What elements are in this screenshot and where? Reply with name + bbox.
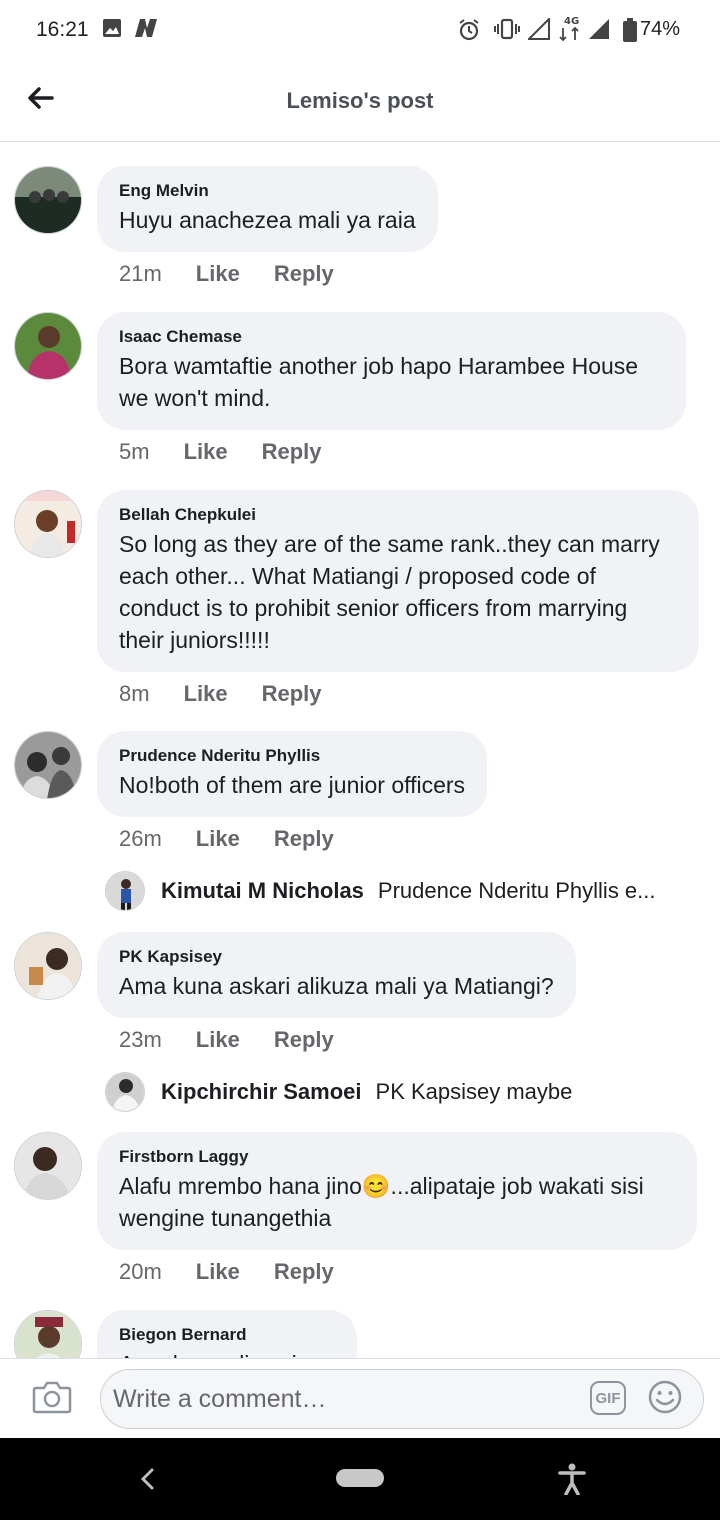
avatar[interactable] bbox=[14, 932, 82, 1000]
accessibility-icon bbox=[558, 1463, 586, 1496]
comment-actions: 5m Like Reply bbox=[119, 439, 322, 465]
comment-time: 20m bbox=[119, 1259, 162, 1284]
camera-icon bbox=[32, 1381, 72, 1414]
comment-composer: GIF bbox=[0, 1358, 720, 1438]
comment-text: Angalau waliowai... bbox=[119, 1348, 335, 1358]
alarm-icon bbox=[457, 18, 481, 47]
reply-button[interactable]: Reply bbox=[274, 826, 334, 852]
like-button[interactable]: Like bbox=[184, 681, 228, 707]
comment-author[interactable]: Prudence Nderitu Phyllis bbox=[119, 745, 465, 767]
comment-actions: 23m Like Reply bbox=[119, 1027, 334, 1053]
signal-full-icon bbox=[588, 18, 610, 45]
avatar[interactable] bbox=[14, 731, 82, 799]
avatar[interactable] bbox=[14, 1310, 82, 1358]
avatar[interactable] bbox=[105, 1072, 145, 1112]
vibrate-icon bbox=[494, 18, 520, 45]
reply-button[interactable]: Reply bbox=[274, 261, 334, 287]
comment-author[interactable]: Isaac Chemase bbox=[119, 326, 664, 348]
system-nav-bar bbox=[0, 1438, 720, 1520]
comment-text: Ama kuna askari alikuza mali ya Matiangi… bbox=[119, 973, 554, 999]
reply-author[interactable]: Kimutai M Nicholas bbox=[161, 878, 364, 904]
reply-preview[interactable]: Kipchirchir Samoei PK Kapsisey maybe bbox=[105, 1072, 705, 1112]
gif-button[interactable]: GIF bbox=[590, 1381, 626, 1415]
comment-time: 8m bbox=[119, 681, 150, 706]
comment-text: Bora wamtaftie another job hapo Harambee… bbox=[119, 353, 639, 411]
comments-list[interactable]: Eng Melvin Huyu anachezea mali ya raia 2… bbox=[0, 143, 720, 1358]
avatar[interactable] bbox=[14, 166, 82, 234]
comment-time: 21m bbox=[119, 261, 162, 286]
reply-author[interactable]: Kipchirchir Samoei bbox=[161, 1079, 362, 1105]
image-icon bbox=[102, 18, 122, 43]
accessibility-button[interactable] bbox=[557, 1463, 587, 1496]
comment-actions: 21m Like Reply bbox=[119, 261, 334, 287]
comment-bubble[interactable]: Bellah Chepkulei So long as they are of … bbox=[97, 490, 699, 672]
4g-data-icon: 4G bbox=[558, 14, 582, 47]
comment-author[interactable]: PK Kapsisey bbox=[119, 946, 554, 968]
page-title: Lemiso's post bbox=[286, 88, 434, 113]
battery-percent: 74% bbox=[639, 18, 680, 40]
like-button[interactable]: Like bbox=[196, 261, 240, 287]
comment-bubble[interactable]: PK Kapsisey Ama kuna askari alikuza mali… bbox=[97, 932, 576, 1018]
nav-back-button[interactable] bbox=[136, 1466, 158, 1492]
like-button[interactable]: Like bbox=[184, 439, 228, 465]
avatar[interactable] bbox=[14, 490, 82, 558]
comment-bubble[interactable]: Biegon Bernard Angalau waliowai... bbox=[97, 1310, 357, 1358]
post-header: Lemiso's post bbox=[0, 62, 720, 142]
battery-icon bbox=[623, 18, 637, 47]
nav-back-icon bbox=[140, 1468, 154, 1490]
comment-text: Huyu anachezea mali ya raia bbox=[119, 207, 416, 233]
avatar[interactable] bbox=[14, 1132, 82, 1200]
comment-author[interactable]: Firstborn Laggy bbox=[119, 1146, 675, 1168]
reply-button[interactable]: Reply bbox=[262, 439, 322, 465]
comment-author[interactable]: Eng Melvin bbox=[119, 180, 416, 202]
reply-button[interactable]: Reply bbox=[274, 1027, 334, 1053]
comment-actions: 20m Like Reply bbox=[119, 1259, 334, 1285]
status-bar: 16:21 4G 74% bbox=[0, 0, 720, 62]
comment-actions: 26m Like Reply bbox=[119, 826, 334, 852]
signal-icon bbox=[526, 16, 550, 45]
avatar[interactable] bbox=[105, 871, 145, 911]
comment-text: No!both of them are junior officers bbox=[119, 772, 466, 798]
comment-author[interactable]: Biegon Bernard bbox=[119, 1324, 335, 1346]
reply-text: Prudence Nderitu Phyllis e... bbox=[377, 878, 656, 903]
comment-bubble[interactable]: Eng Melvin Huyu anachezea mali ya raia bbox=[97, 166, 438, 252]
comment-actions: 8m Like Reply bbox=[119, 681, 322, 707]
comment-author[interactable]: Bellah Chepkulei bbox=[119, 504, 677, 526]
emoji-icon bbox=[648, 1380, 682, 1414]
like-button[interactable]: Like bbox=[196, 826, 240, 852]
comment-time: 26m bbox=[119, 826, 162, 851]
comment-text: Alafu mrembo hana jino😊...alipataje job … bbox=[119, 1173, 644, 1231]
reply-preview[interactable]: Kimutai M Nicholas Prudence Nderitu Phyl… bbox=[105, 871, 705, 911]
comment-time: 5m bbox=[119, 439, 150, 464]
comment-time: 23m bbox=[119, 1027, 162, 1052]
like-button[interactable]: Like bbox=[196, 1259, 240, 1285]
status-time: 16:21 bbox=[36, 18, 89, 41]
home-pill[interactable] bbox=[336, 1469, 384, 1487]
comment-bubble[interactable]: Isaac Chemase Bora wamtaftie another job… bbox=[97, 312, 686, 430]
avatar[interactable] bbox=[14, 312, 82, 380]
comment-bubble[interactable]: Prudence Nderitu Phyllis No!both of them… bbox=[97, 731, 488, 817]
n-icon bbox=[133, 18, 159, 43]
svg-text:4G: 4G bbox=[564, 16, 579, 27]
reply-button[interactable]: Reply bbox=[274, 1259, 334, 1285]
emoji-button[interactable] bbox=[647, 1379, 683, 1415]
reply-button[interactable]: Reply bbox=[262, 681, 322, 707]
camera-button[interactable] bbox=[32, 1379, 72, 1415]
like-button[interactable]: Like bbox=[196, 1027, 240, 1053]
reply-text: PK Kapsisey maybe bbox=[375, 1079, 573, 1104]
comment-text: So long as they are of the same rank..th… bbox=[119, 531, 660, 653]
comment-bubble[interactable]: Firstborn Laggy Alafu mrembo hana jino😊.… bbox=[97, 1132, 697, 1250]
